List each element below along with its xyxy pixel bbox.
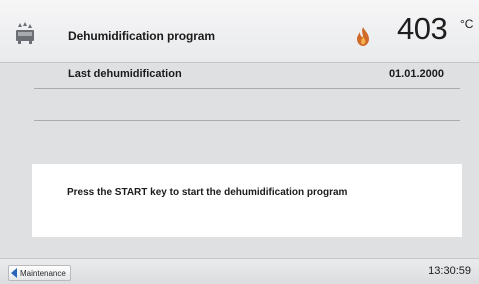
temperature-unit: °C — [460, 17, 474, 31]
temperature-value: 403 — [397, 11, 448, 46]
empty-row — [34, 94, 460, 121]
back-button[interactable]: Maintenance — [8, 265, 71, 281]
last-dehumidification-date: 01.01.2000 — [388, 68, 444, 80]
last-dehumidification-row: Last dehumidification 01.01.2000 — [34, 62, 460, 89]
instruction-panel: Press the START key to start the dehumid… — [32, 164, 462, 237]
clock-time: 13:30:59 — [428, 265, 471, 277]
instruction-text: Press the START key to start the dehumid… — [67, 187, 348, 198]
back-button-label: Maintenance — [20, 268, 66, 278]
back-arrow-icon — [11, 268, 17, 278]
page-title: Dehumidification program — [68, 29, 215, 43]
last-dehumidification-label: Last dehumidification — [68, 68, 182, 80]
dehumidification-program-icon — [16, 22, 34, 44]
flame-icon — [357, 27, 369, 46]
footer-bar: Maintenance 13:30:59 — [0, 258, 479, 284]
header-bar: Dehumidification program 403 °C — [0, 0, 479, 63]
